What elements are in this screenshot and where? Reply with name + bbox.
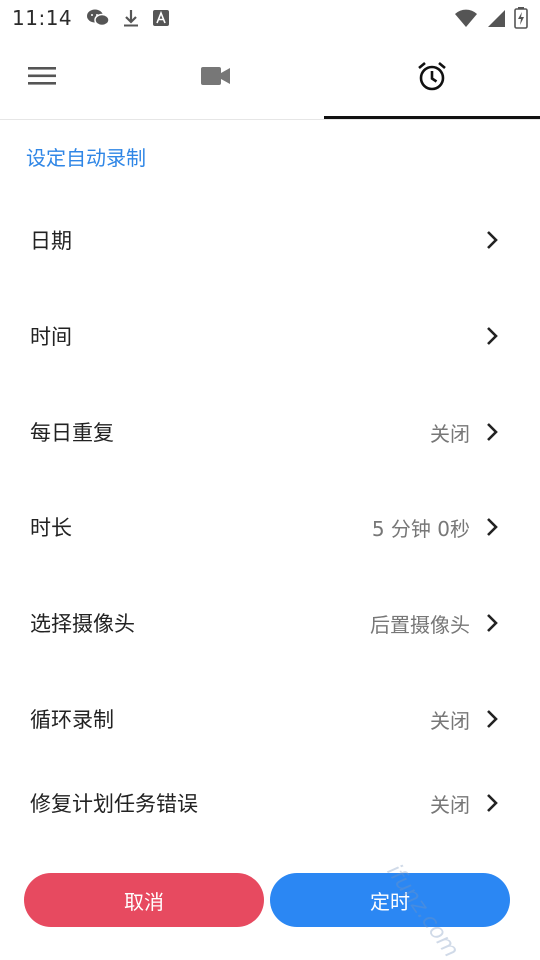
battery-charging-icon xyxy=(514,7,528,29)
row-label: 选择摄像头 xyxy=(30,612,135,636)
wechat-icon xyxy=(86,8,110,28)
chevron-right-icon xyxy=(482,791,502,815)
top-tab-bar xyxy=(0,36,540,120)
tab-video-record[interactable] xyxy=(108,36,324,120)
active-tab-indicator xyxy=(324,116,540,119)
row-value: 关闭 xyxy=(430,792,470,817)
row-select-camera[interactable]: 选择摄像头 后置摄像头 xyxy=(0,595,540,651)
set-timer-button[interactable]: 定时 xyxy=(270,873,510,927)
signal-icon xyxy=(486,8,506,28)
row-label: 循环录制 xyxy=(30,708,114,732)
status-time: 11:14 xyxy=(12,6,73,30)
row-value: 关闭 xyxy=(430,421,470,446)
text-a-icon xyxy=(152,9,170,27)
chevron-right-icon xyxy=(482,420,502,444)
chevron-right-icon xyxy=(482,611,502,635)
row-loop-record[interactable]: 循环录制 关闭 xyxy=(0,691,540,747)
row-label: 修复计划任务错误 xyxy=(30,792,198,816)
tab-scheduled-record[interactable] xyxy=(324,36,540,120)
menu-icon xyxy=(28,65,58,91)
wifi-icon xyxy=(454,8,478,28)
row-value: 后置摄像头 xyxy=(370,612,470,637)
row-label: 时长 xyxy=(30,516,72,540)
status-left-icons xyxy=(86,8,170,28)
chevron-right-icon xyxy=(482,228,502,252)
chevron-right-icon xyxy=(482,707,502,731)
row-fix-schedule-errors[interactable]: 修复计划任务错误 关闭 xyxy=(0,775,540,831)
row-label: 时间 xyxy=(30,325,72,349)
row-label: 每日重复 xyxy=(30,421,114,445)
status-right-icons xyxy=(454,7,528,29)
download-icon xyxy=(122,8,140,28)
row-date[interactable]: 日期 xyxy=(0,212,540,268)
row-daily-repeat[interactable]: 每日重复 关闭 xyxy=(0,404,540,460)
chevron-right-icon xyxy=(482,324,502,348)
section-title: 设定自动录制 xyxy=(26,146,146,170)
row-value: 关闭 xyxy=(430,708,470,733)
row-label: 日期 xyxy=(30,229,72,253)
menu-button[interactable] xyxy=(0,36,86,120)
status-bar: 11:14 xyxy=(0,0,540,36)
chevron-right-icon xyxy=(482,515,502,539)
alarm-clock-icon xyxy=(416,60,448,96)
video-camera-icon xyxy=(201,66,231,90)
row-value: 5 分钟 0秒 xyxy=(371,516,470,541)
row-time[interactable]: 时间 xyxy=(0,308,540,364)
cancel-button[interactable]: 取消 xyxy=(24,873,264,927)
row-duration[interactable]: 时长 5 分钟 0秒 xyxy=(0,499,540,555)
